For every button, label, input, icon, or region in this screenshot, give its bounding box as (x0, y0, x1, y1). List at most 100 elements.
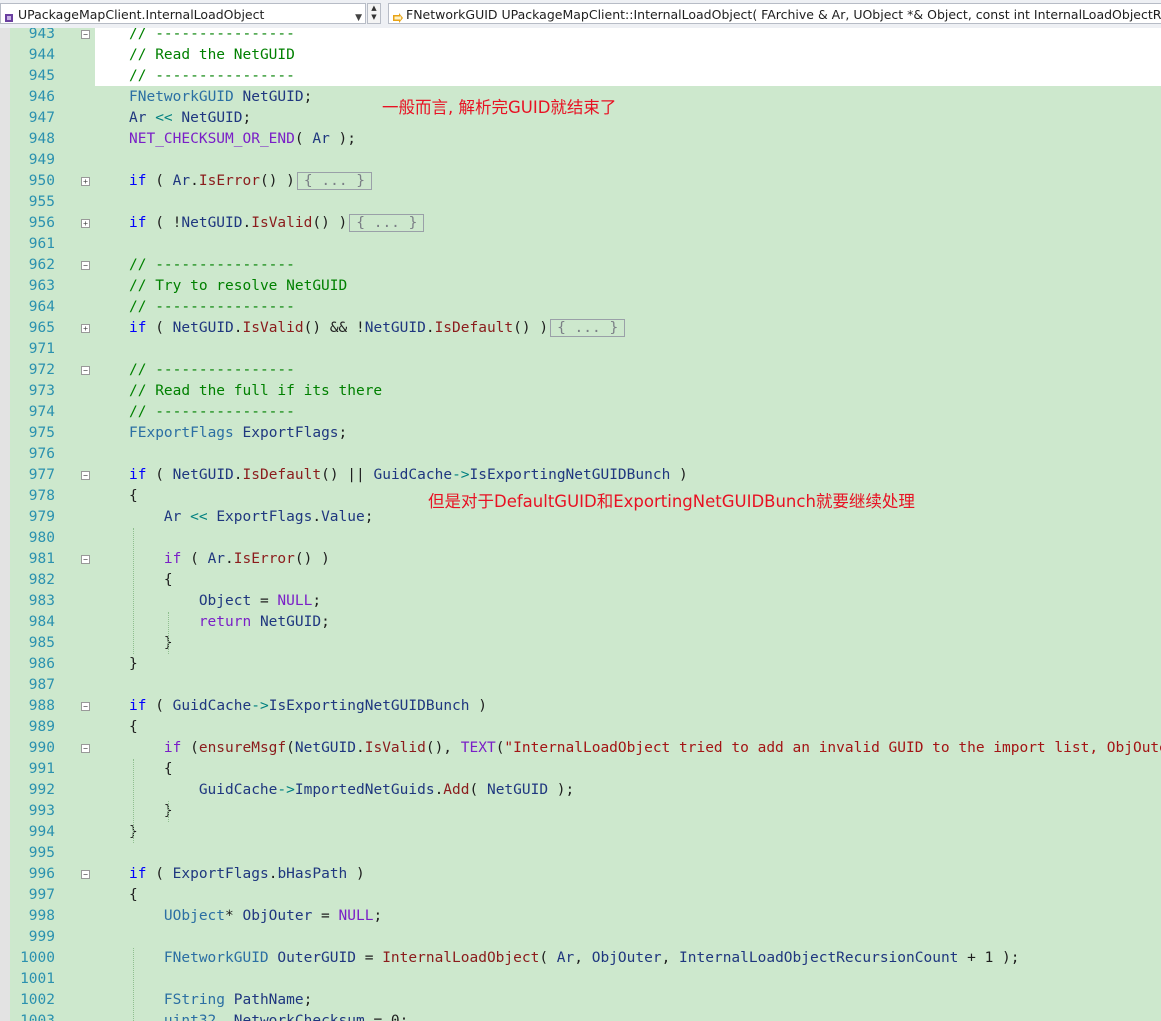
code-token: (), (425, 740, 461, 756)
code-line[interactable]: 945 // ---------------- (0, 66, 1161, 87)
code-line[interactable]: 950 + if ( Ar.IsError() ){ ... } (0, 171, 1161, 192)
code-token: , (661, 950, 680, 966)
code-line[interactable]: 964 // ---------------- (0, 297, 1161, 318)
code-text: FNetworkGUID NetGUID; (129, 87, 312, 108)
code-token: ( (181, 740, 199, 756)
code-line[interactable]: 973 // Read the full if its there (0, 381, 1161, 402)
code-line[interactable]: 1001 (0, 969, 1161, 990)
line-number: 974 (28, 404, 55, 420)
collapse-icon[interactable]: − (81, 366, 90, 375)
expand-icon[interactable]: + (81, 324, 90, 333)
code-token: ( (181, 551, 208, 567)
expand-icon[interactable]: + (81, 219, 90, 228)
collapse-icon[interactable]: − (81, 870, 90, 879)
code-token: . (356, 740, 365, 756)
line-number: 948 (28, 131, 55, 147)
collapse-icon[interactable]: − (81, 30, 90, 39)
code-line[interactable]: 963 // Try to resolve NetGUID (0, 276, 1161, 297)
collapsed-block[interactable]: { ... } (296, 172, 373, 190)
code-line[interactable]: 994} (0, 822, 1161, 843)
code-token: UObject (163, 908, 226, 924)
code-line[interactable]: 992 GuidCache->ImportedNetGuids.Add( NetG… (0, 780, 1161, 801)
type-scope-dropdown[interactable]: UPackageMapClient.InternalLoadObject ▼ (0, 3, 366, 24)
code-line[interactable]: 983 Object = NULL; (0, 591, 1161, 612)
code-text: // ---------------- (129, 66, 295, 87)
collapse-icon[interactable]: − (81, 744, 90, 753)
code-token: ; (373, 908, 383, 924)
code-line[interactable]: 974 // ---------------- (0, 402, 1161, 423)
code-line[interactable]: 996 − if ( ExportFlags.bHasPath ) (0, 864, 1161, 885)
code-text: if ( Ar.IsError() ){ ... } (129, 171, 373, 192)
code-line[interactable]: 1000 FNetworkGUID OuterGUID = InternalLoa… (0, 948, 1161, 969)
code-line[interactable]: 971 (0, 339, 1161, 360)
code-line[interactable]: 999 (0, 927, 1161, 948)
code-line[interactable]: 961 (0, 234, 1161, 255)
code-line[interactable]: 982 { (0, 570, 1161, 591)
code-line[interactable]: 1003 uint32 NetworkChecksum = 0; (0, 1011, 1161, 1021)
line-number: 999 (28, 929, 55, 945)
split-scroll-buttons[interactable]: ▲ ▼ (367, 3, 381, 24)
code-line[interactable]: 955 (0, 192, 1161, 213)
code-line[interactable]: 1002 FString PathName; (0, 990, 1161, 1011)
collapse-icon[interactable]: − (81, 555, 90, 564)
member-dropdown[interactable]: FNetworkGUID UPackageMapClient::Internal… (388, 3, 1161, 24)
code-token: NetworkChecksum (233, 1013, 365, 1021)
collapsed-block[interactable]: { ... } (550, 319, 626, 337)
code-line[interactable]: 956 + if ( !NetGUID.IsValid() ){ ... } (0, 213, 1161, 234)
code-line[interactable]: 993} (0, 801, 1161, 822)
code-token: NetGUID (172, 320, 234, 336)
code-token: IsValid (364, 740, 426, 756)
line-number: 977 (28, 467, 55, 483)
code-text: // ---------------- (129, 255, 295, 276)
code-line[interactable]: 949 (0, 150, 1161, 171)
code-token: + 1 ); (958, 950, 1020, 966)
code-line[interactable]: 991 { (0, 759, 1161, 780)
collapse-icon[interactable]: − (81, 471, 90, 480)
code-line[interactable]: 987 (0, 675, 1161, 696)
expand-icon[interactable]: + (81, 177, 90, 186)
code-line[interactable]: 986} (0, 654, 1161, 675)
code-line[interactable]: 995 (0, 843, 1161, 864)
code-line[interactable]: 965 + if ( NetGUID.IsValid() && !NetGUID.I… (0, 318, 1161, 339)
annotation-default-guid: 但是对于DefaultGUID和ExportingNetGUIDBunch就要继… (428, 492, 915, 511)
line-number: 976 (28, 446, 55, 462)
code-token: = (355, 950, 383, 966)
code-line[interactable]: 980 (0, 528, 1161, 549)
code-token: return (198, 614, 252, 630)
code-line[interactable]: 981 − if ( Ar.IsError() ) (0, 549, 1161, 570)
code-line[interactable]: 989 { (0, 717, 1161, 738)
indent-guide (133, 948, 134, 1021)
code-line[interactable]: 990− if (ensureMsgf(NetGUID.IsValid(), TE… (0, 738, 1161, 759)
code-token: IsValid (242, 320, 304, 336)
code-token: NetGUID (486, 782, 549, 798)
collapse-icon[interactable]: − (81, 261, 90, 270)
code-token: * (225, 908, 243, 924)
line-number: 949 (28, 152, 55, 168)
code-line[interactable]: 975 FExportFlags ExportFlags; (0, 423, 1161, 444)
code-line[interactable]: 962 − // ---------------- (0, 255, 1161, 276)
code-line[interactable]: 944 // Read the NetGUID (0, 45, 1161, 66)
code-editor[interactable]: 943 − // ---------------- 944 // Read the Ne… (0, 28, 1161, 1021)
code-line[interactable]: 984 return NetGUID; (0, 612, 1161, 633)
code-token: ); (329, 131, 357, 147)
code-text: NET_CHECKSUM_OR_END( Ar ); (129, 129, 356, 150)
collapse-icon[interactable]: − (81, 702, 90, 711)
code-line[interactable]: 998 UObject* ObjOuter = NULL; (0, 906, 1161, 927)
code-line[interactable]: 943 − // ---------------- (0, 28, 1161, 45)
line-number: 1003 (20, 1013, 55, 1021)
code-token: bHasPath (277, 866, 348, 882)
code-token: FString (163, 992, 226, 1008)
code-line[interactable]: 985} (0, 633, 1161, 654)
code-line[interactable]: 997 { (0, 885, 1161, 906)
code-line[interactable]: 988 − if ( GuidCache->IsExportingNetGUIDBu… (0, 696, 1161, 717)
chevron-down-icon[interactable]: ▼ (355, 9, 362, 23)
code-line[interactable]: 948 NET_CHECKSUM_OR_END( Ar ); (0, 129, 1161, 150)
code-token: if (163, 551, 182, 567)
code-token: if (129, 215, 147, 231)
code-line[interactable]: 977 − if ( NetGUID.IsDefault() || GuidCach… (0, 465, 1161, 486)
code-line[interactable]: 976 (0, 444, 1161, 465)
code-line[interactable]: 972 − // ---------------- (0, 360, 1161, 381)
code-token: . (225, 551, 234, 567)
code-token: ); (548, 782, 575, 798)
collapsed-block[interactable]: { ... } (349, 214, 425, 232)
